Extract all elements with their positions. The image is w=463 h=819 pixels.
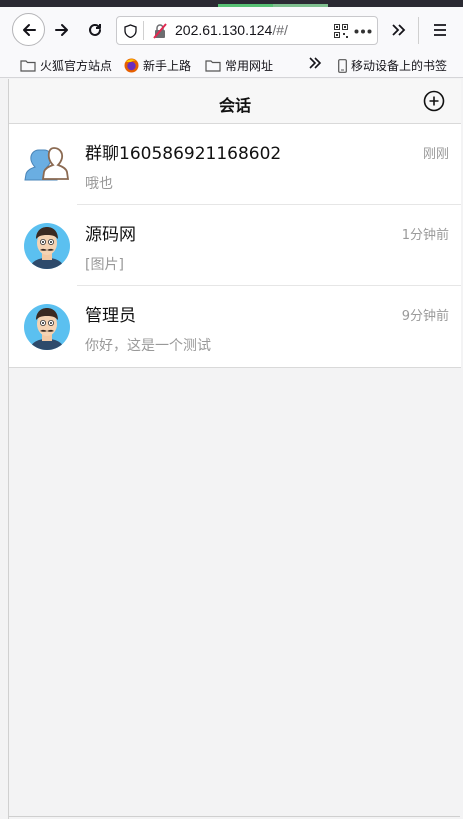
app-page: 会话 群聊160586921168602 刚刚 哦也 源码网 1分钟前 [图片]… bbox=[8, 79, 461, 819]
conversation-item[interactable]: 源码网 1分钟前 [图片] bbox=[9, 205, 461, 286]
bookmarks-bar: 火狐官方站点 新手上路 常用网址 移动设备上的书签 bbox=[0, 52, 463, 78]
url-bar[interactable]: 202.61.130.124/#/ bbox=[116, 16, 378, 45]
bookmark-item[interactable]: 常用网址 bbox=[205, 57, 273, 74]
conversation-list: 群聊160586921168602 刚刚 哦也 源码网 1分钟前 [图片] 管理… bbox=[9, 124, 461, 368]
page-title: 会话 bbox=[218, 96, 251, 115]
conversation-name: 管理员 bbox=[85, 306, 136, 326]
plus-circle-icon[interactable] bbox=[423, 90, 445, 112]
folder-icon bbox=[205, 60, 221, 72]
group-avatar-icon bbox=[24, 147, 70, 181]
forward-button[interactable] bbox=[47, 15, 77, 45]
mobile-icon bbox=[338, 58, 347, 73]
url-path: /#/ bbox=[272, 22, 288, 38]
man-avatar-icon bbox=[24, 304, 70, 350]
forward-arrow-icon bbox=[55, 24, 68, 36]
qr-code-icon[interactable] bbox=[334, 24, 348, 38]
shield-icon bbox=[124, 24, 137, 38]
menu-button[interactable] bbox=[425, 15, 455, 45]
page-bottom-border bbox=[8, 816, 460, 817]
conversation-name: 群聊160586921168602 bbox=[85, 144, 282, 164]
back-button[interactable] bbox=[12, 13, 45, 46]
double-chevron-icon bbox=[309, 57, 322, 69]
conversation-last-message: [图片] bbox=[85, 257, 124, 273]
page-actions-icon[interactable] bbox=[354, 29, 372, 34]
conversation-time: 9分钟前 bbox=[401, 309, 449, 324]
bookmark-item[interactable]: 新手上路 bbox=[124, 57, 191, 74]
back-arrow-icon bbox=[22, 23, 36, 36]
conversation-last-message: 你好，这是一个测试 bbox=[85, 338, 211, 354]
conversation-time: 刚刚 bbox=[422, 147, 449, 162]
reload-button[interactable] bbox=[80, 15, 110, 45]
bookmark-label: 新手上路 bbox=[143, 59, 192, 73]
conversation-item[interactable]: 群聊160586921168602 刚刚 哦也 bbox=[9, 124, 461, 205]
bookmark-label: 常用网址 bbox=[225, 59, 274, 73]
double-chevron-icon bbox=[392, 24, 406, 36]
bookmarks-overflow-button[interactable] bbox=[308, 57, 326, 69]
bookmark-item[interactable]: 移动设备上的书签 bbox=[338, 57, 447, 74]
conversation-item[interactable]: 管理员 9分钟前 你好，这是一个测试 bbox=[9, 286, 461, 367]
reload-icon bbox=[89, 23, 101, 36]
tab-strip bbox=[0, 0, 463, 7]
toolbar-divider bbox=[418, 17, 419, 44]
page-header: 会话 bbox=[9, 79, 461, 124]
conversation-last-message: 哦也 bbox=[85, 176, 113, 192]
folder-icon bbox=[20, 60, 36, 72]
bookmark-label: 移动设备上的书签 bbox=[351, 59, 448, 73]
conversation-time: 1分钟前 bbox=[401, 228, 449, 243]
conversation-name: 源码网 bbox=[85, 225, 136, 245]
browser-toolbar: 202.61.130.124/#/ bbox=[0, 7, 463, 52]
bookmark-label: 火狐官方站点 bbox=[40, 59, 113, 73]
insecure-lock-icon[interactable] bbox=[153, 23, 167, 39]
hamburger-icon bbox=[434, 24, 446, 36]
url-divider bbox=[143, 21, 144, 40]
url-text[interactable]: 202.61.130.124/#/ bbox=[175, 22, 288, 38]
man-avatar-icon bbox=[24, 223, 70, 269]
firefox-icon bbox=[124, 58, 139, 73]
overflow-button[interactable] bbox=[384, 15, 414, 45]
url-host: 202.61.130.124 bbox=[175, 22, 273, 38]
bookmark-item[interactable]: 火狐官方站点 bbox=[20, 57, 112, 74]
